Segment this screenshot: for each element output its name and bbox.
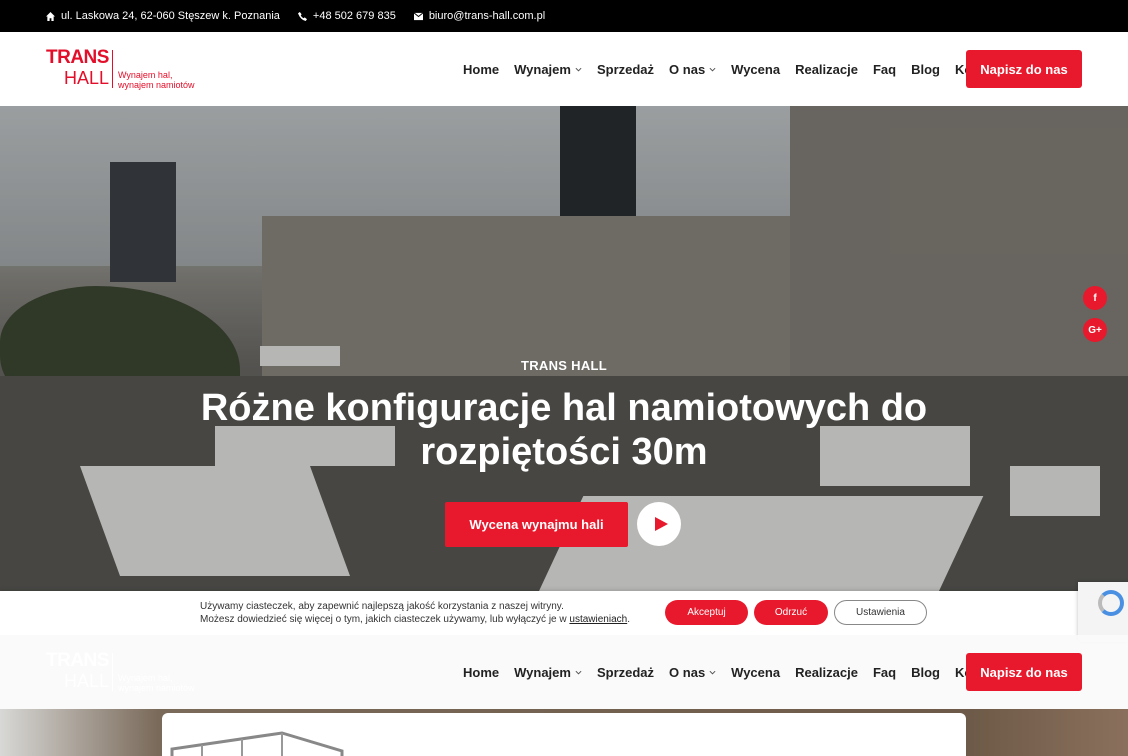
- nav-o-nas[interactable]: O nas: [669, 665, 716, 680]
- cookie-bar: Używamy ciasteczek, aby zapewnić najleps…: [0, 591, 1128, 635]
- nav-home[interactable]: Home: [463, 62, 499, 77]
- envelope-icon: [413, 12, 423, 20]
- address-item: ul. Laskowa 24, 62-060 Stęszew k. Poznan…: [46, 10, 280, 22]
- sticky-nav: Home Wynajem Sprzedaż O nas Wycena Reali…: [463, 635, 1003, 709]
- nav-blog[interactable]: Blog: [911, 62, 940, 77]
- nav-wycena[interactable]: Wycena: [731, 665, 780, 680]
- recaptcha-icon: [1098, 590, 1124, 616]
- facebook-icon[interactable]: f: [1083, 286, 1107, 310]
- nav-realizacje[interactable]: Realizacje: [795, 665, 858, 680]
- site-logo[interactable]: TRANS HALL Wynajem hal, wynajem namiotów: [46, 48, 216, 92]
- nav-sprzedaz[interactable]: Sprzedaż: [597, 665, 654, 680]
- cookie-settings-link[interactable]: ustawieniach: [569, 614, 627, 625]
- main-header: TRANS HALL Wynajem hal, wynajem namiotów …: [0, 32, 1128, 106]
- cookie-text: Używamy ciasteczek, aby zapewnić najleps…: [200, 601, 630, 625]
- sticky-header: TRANS HALL Wynajem hal, wynajem namiotów …: [0, 635, 1128, 709]
- nav-faq[interactable]: Faq: [873, 665, 896, 680]
- logo-line1: TRANS: [46, 47, 109, 68]
- main-nav: Home Wynajem Sprzedaż O nas Wycena Reali…: [463, 32, 1003, 106]
- phone-text[interactable]: +48 502 679 835: [313, 10, 396, 22]
- chevron-down-icon: [575, 670, 582, 675]
- logo-divider: [112, 653, 113, 691]
- quote-button[interactable]: Wycena wynajmu hali: [445, 502, 628, 547]
- hero-headline: Różne konfiguracje hal namiotowych do roz…: [200, 387, 928, 473]
- contact-cta-button[interactable]: Napisz do nas: [966, 50, 1082, 88]
- nav-realizacje[interactable]: Realizacje: [795, 62, 858, 77]
- chevron-down-icon: [709, 670, 716, 675]
- cookie-accept-button[interactable]: Akceptuj: [665, 600, 748, 625]
- phone-item[interactable]: +48 502 679 835: [297, 10, 396, 22]
- cookie-settings-button[interactable]: Ustawienia: [834, 600, 927, 625]
- play-icon: [654, 517, 668, 531]
- recaptcha-badge[interactable]: [1078, 582, 1128, 642]
- play-video-button[interactable]: [637, 502, 681, 546]
- nav-faq[interactable]: Faq: [873, 62, 896, 77]
- google-plus-icon[interactable]: G+: [1083, 318, 1107, 342]
- logo-tagline: Wynajem hal, wynajem namiotów: [118, 673, 195, 693]
- nav-wynajem[interactable]: Wynajem: [514, 62, 582, 77]
- email-text[interactable]: biuro@trans-hall.com.pl: [429, 10, 545, 22]
- email-item[interactable]: biuro@trans-hall.com.pl: [413, 10, 545, 22]
- address-text: ul. Laskowa 24, 62-060 Stęszew k. Poznan…: [61, 10, 280, 22]
- nav-wycena[interactable]: Wycena: [731, 62, 780, 77]
- hall-frame-illustration: [170, 731, 344, 756]
- nav-home[interactable]: Home: [463, 665, 499, 680]
- logo-line1: TRANS: [46, 650, 109, 671]
- logo-tagline: Wynajem hal, wynajem namiotów: [118, 70, 195, 90]
- nav-sprzedaz[interactable]: Sprzedaż: [597, 62, 654, 77]
- nav-o-nas[interactable]: O nas: [669, 62, 716, 77]
- logo-line2: HALL: [64, 671, 110, 691]
- sticky-logo[interactable]: TRANS HALL Wynajem hal, wynajem namiotów: [46, 651, 216, 695]
- chevron-down-icon: [575, 67, 582, 72]
- logo-line2: HALL: [64, 68, 110, 88]
- phone-icon: [297, 11, 307, 21]
- cookie-reject-button[interactable]: Odrzuć: [754, 600, 828, 625]
- hero-eyebrow: TRANS HALL: [520, 358, 608, 373]
- nav-blog[interactable]: Blog: [911, 665, 940, 680]
- logo-divider: [112, 50, 113, 88]
- top-contact-bar: ul. Laskowa 24, 62-060 Stęszew k. Poznan…: [0, 0, 1128, 32]
- nav-wynajem[interactable]: Wynajem: [514, 665, 582, 680]
- hero-section: TRANS HALL Różne konfiguracje hal namiot…: [0, 106, 1128, 596]
- content-card: [162, 713, 966, 756]
- chevron-down-icon: [709, 67, 716, 72]
- home-icon: [46, 11, 55, 21]
- contact-cta-button[interactable]: Napisz do nas: [966, 653, 1082, 691]
